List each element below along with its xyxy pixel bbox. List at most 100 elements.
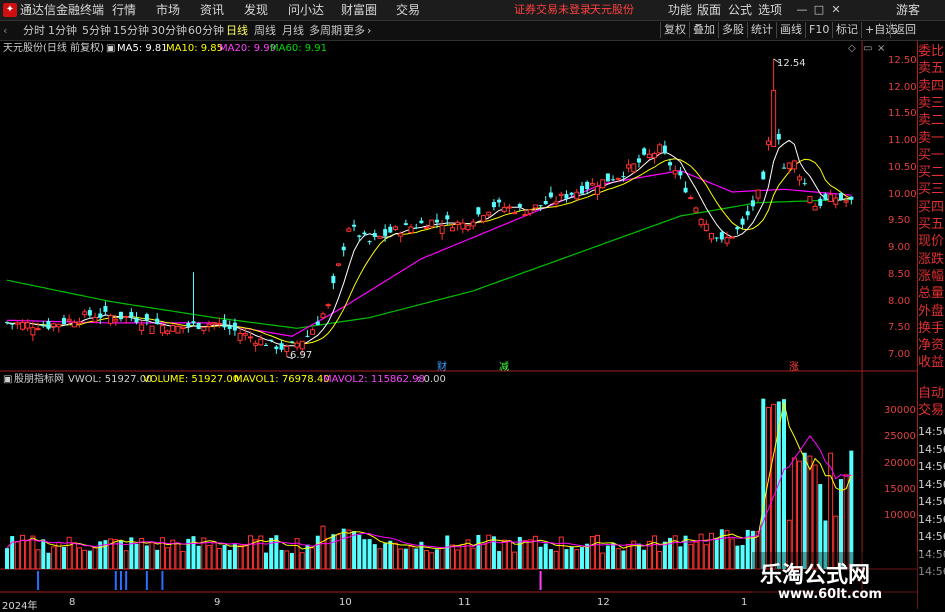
tongji-button[interactable]: 统计 [747, 22, 776, 38]
back-button[interactable]: 返回 [890, 22, 919, 38]
tab-period-60min[interactable]: 60分钟 [188, 21, 224, 40]
duogu-button[interactable]: 多股 [718, 22, 747, 38]
volume-bar [564, 549, 569, 569]
candle-body [434, 219, 439, 223]
candle-body [331, 275, 336, 284]
volume-bar [341, 528, 346, 569]
candle-body [750, 200, 755, 207]
candle-body [299, 340, 305, 350]
more-arrow-icon[interactable]: › [367, 21, 371, 40]
candle-body [615, 177, 621, 180]
tab-period-fenshi[interactable]: 分时 [23, 21, 45, 40]
volume-bar [180, 550, 186, 570]
candle-body [740, 218, 745, 225]
menu-shichang[interactable]: 市场 [156, 0, 180, 20]
diamond-icon[interactable]: ◇ [848, 42, 856, 56]
tab-period-1min[interactable]: 1分钟 [48, 21, 77, 40]
candle-body [761, 171, 766, 180]
candle-body [548, 192, 553, 198]
menu-caifuquan[interactable]: 财富圈 [341, 0, 377, 20]
menu-gongshi[interactable]: 公式 [728, 0, 752, 20]
volume-bar [284, 550, 290, 570]
volume-bar [662, 541, 667, 569]
volume-bar [589, 536, 595, 570]
chart-collapse-icon[interactable]: ▣ [106, 42, 115, 56]
volume-bar [455, 549, 461, 570]
login-notice[interactable]: 证券交易未登录 [514, 0, 591, 20]
quote-label: 总量 [918, 286, 945, 302]
guest-label[interactable]: 游客 [896, 0, 920, 20]
candle-body [791, 160, 797, 170]
menu-zixun[interactable]: 资讯 [200, 0, 224, 20]
tab-period-daily[interactable]: 日线 [226, 21, 248, 40]
f10-button[interactable]: F10 [805, 22, 832, 38]
volume-bar [165, 547, 171, 570]
biaoji-button[interactable]: 标记 [832, 22, 861, 38]
volume-ma-lines [6, 402, 852, 550]
quote-label: 卖一 [918, 130, 945, 146]
candle-body [139, 324, 145, 331]
volume-bar [71, 542, 77, 570]
candle-body [362, 232, 367, 235]
tab-period-30min[interactable]: 30分钟 [151, 21, 187, 40]
volume-tick-label: 30000 [884, 405, 916, 417]
volume-bar [740, 545, 745, 569]
tab-period-monthly[interactable]: 月线 [282, 21, 304, 40]
candle-body [506, 206, 512, 209]
menu-xuanxiang[interactable]: 选项 [758, 0, 782, 20]
kline-chart[interactable] [0, 41, 917, 609]
maximize-icon[interactable]: □ [812, 3, 826, 17]
volume-bar [434, 549, 439, 569]
candle-body [828, 194, 834, 202]
candle-body [403, 223, 408, 226]
volume-bar [522, 540, 528, 570]
x-label-oct: 10 [339, 597, 352, 608]
candle-body [445, 215, 450, 220]
event-mark-cai[interactable]: 财 [437, 358, 447, 373]
menu-banmian[interactable]: 版面 [697, 0, 721, 20]
candle-body [574, 191, 580, 200]
tab-period-weekly[interactable]: 周线 [254, 21, 276, 40]
volume-bar [771, 403, 777, 570]
menu-jiaoyi[interactable]: 交易 [396, 0, 420, 20]
price-tick-label: 12.50 [888, 55, 917, 66]
volume-bar [383, 543, 388, 569]
volume-bar [414, 548, 419, 569]
stock-name-notice: 天元股份 [590, 3, 634, 16]
tab-period-15min[interactable]: 15分钟 [113, 21, 149, 40]
candle-body [802, 183, 807, 185]
diejia-button[interactable]: 叠加 [689, 22, 718, 38]
candle-body [253, 342, 259, 346]
window-mode-icon[interactable]: ▭ [863, 42, 872, 56]
volume-bar [87, 550, 92, 569]
chart-close-icon[interactable]: × [877, 42, 885, 56]
volume-tick-label: 25000 [884, 431, 916, 443]
minimize-icon[interactable]: — [795, 3, 809, 17]
tab-period-multi[interactable]: 多周期 [309, 21, 342, 40]
fuquan-button[interactable]: 复权 [660, 22, 689, 38]
menu-hangqing[interactable]: 行情 [112, 0, 136, 20]
ma60-value: MA60: 9.91 [270, 43, 328, 54]
candle-body [595, 186, 601, 195]
menu-wenxiaoda[interactable]: 问小达 [288, 0, 324, 20]
candle-body [103, 306, 108, 312]
close-icon[interactable]: ✕ [829, 3, 843, 17]
menu-gongneng[interactable]: 功能 [668, 0, 692, 20]
x-label-aug: 8 [69, 597, 76, 608]
candle-body [714, 237, 719, 239]
candle-body [155, 318, 160, 324]
quote-label: 买三 [918, 182, 945, 198]
volume-bar [299, 552, 305, 570]
volume-tick-label: 15000 [884, 484, 916, 496]
huaxian-button[interactable]: 画线 [776, 22, 805, 38]
auto-trade-label[interactable]: 自动 [918, 385, 945, 403]
tab-period-5min[interactable]: 5分钟 [82, 21, 111, 40]
tab-period-more[interactable]: 更多 [343, 21, 365, 40]
vol-collapse-icon[interactable]: ▣ [3, 373, 12, 387]
volume-bar [144, 545, 149, 569]
event-mark-jian[interactable]: 减 [499, 358, 509, 373]
auto-trade-label[interactable]: 交易 [918, 402, 945, 420]
menu-faxian[interactable]: 发现 [244, 0, 268, 20]
event-mark-zhang[interactable]: 涨 [789, 358, 799, 373]
volume-bar [527, 539, 533, 570]
